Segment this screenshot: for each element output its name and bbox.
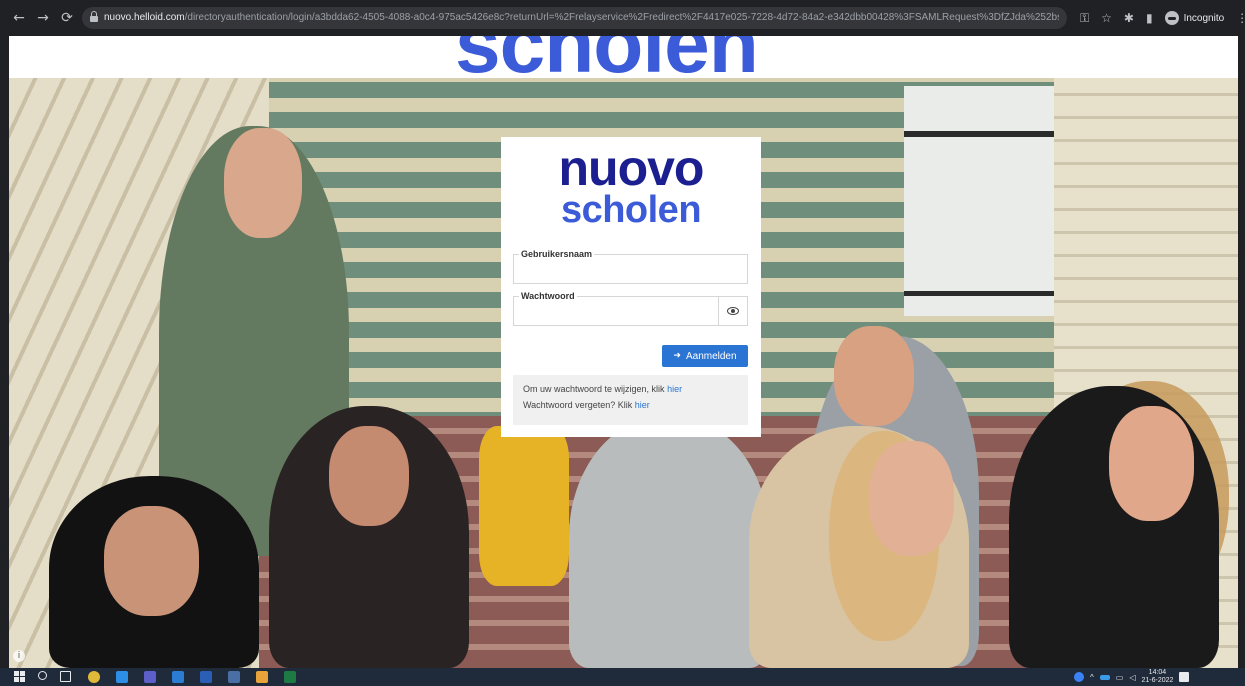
info-icon[interactable]: i [13,650,25,662]
background-person-head [834,326,914,426]
chevron-up-icon[interactable]: ^ [1090,673,1094,682]
clock-date: 21-6-2022 [1141,677,1174,684]
clock[interactable]: 14:04 21-6-2022 [1141,669,1173,685]
username-label: Gebruikersnaam [519,249,595,259]
change-password-row: Om uw wachtwoord te wijzigen, klik hier [523,381,738,397]
background-person-head [1109,406,1194,521]
network-icon[interactable]: ▭ [1116,673,1124,682]
app-taskbar-icon[interactable] [228,671,240,683]
outlook-taskbar-icon[interactable] [116,671,128,683]
menu-icon[interactable]: ⋮ [1236,11,1245,25]
banner-logo-text: scholen [455,36,759,78]
background-person-head [329,426,409,526]
header-banner: scholen [9,36,1238,78]
search-icon[interactable] [38,671,47,680]
word-taskbar-icon[interactable] [200,671,212,683]
reload-icon[interactable]: ⟳ [56,7,78,29]
extensions-icon[interactable]: ✱ [1124,11,1134,25]
background-person [569,416,769,668]
password-input[interactable] [514,297,719,325]
teams-taskbar-icon[interactable] [144,671,156,683]
username-input[interactable] [514,255,747,283]
profile-label: Incognito [1183,12,1225,24]
eye-icon [727,307,739,315]
password-label: Wachtwoord [519,291,577,301]
notifications-icon[interactable] [1179,672,1190,682]
windows-taskbar: ^ ▭ ◁ 14:04 21-6-2022 [0,668,1245,686]
forgot-password-text: Wachtwoord vergeten? Klik [523,400,635,410]
background-person [479,426,569,586]
volume-icon[interactable]: ◁ [1129,673,1135,682]
excel-taskbar-icon[interactable] [284,671,296,683]
incognito-icon [1164,11,1179,25]
url-text[interactable]: nuovo.helloid.com/directoryauthenticatio… [104,11,1059,25]
star-icon[interactable]: ☆ [1101,11,1112,25]
nuovo-scholen-logo: nuovo scholen [501,140,761,231]
background-person-head [104,506,199,616]
background-railing-lower [904,291,1054,296]
url-path: /directoryauthentication/login/a3bdda62-… [184,12,1059,23]
key-icon[interactable]: ⚿ [1080,11,1089,26]
url-host: nuovo.helloid.com [104,12,185,23]
system-tray: ^ ▭ ◁ 14:04 21-6-2022 [1074,669,1190,685]
login-button-label: Aanmelden [685,350,737,362]
show-password-button[interactable] [718,297,747,325]
forward-icon[interactable]: → [32,7,54,29]
toolbar-actions: ⚿ ☆ ✱ ▮ Incognito ⋮ [1080,7,1245,29]
incognito-profile-button[interactable]: Incognito [1164,11,1225,25]
lock-icon[interactable] [90,11,98,22]
task-view-icon[interactable] [60,671,71,682]
sign-in-icon: ➜ [673,351,681,361]
app-orange-taskbar-icon[interactable] [256,671,268,683]
back-icon[interactable]: ← [8,7,30,29]
login-card: nuovo scholen Gebruikersnaam Wachtwoord … [501,137,761,437]
change-password-link[interactable]: hier [667,384,682,394]
background-person-head [869,441,954,556]
browser-toolbar: ← → ⟳ nuovo.helloid.com/directoryauthent… [0,0,1245,36]
forgot-password-row: Wachtwoord vergeten? Klik hier [523,397,738,413]
change-password-text: Om uw wachtwoord te wijzigen, klik [523,384,668,394]
help-icon[interactable] [1074,672,1084,682]
background-window [904,86,1054,316]
login-button[interactable]: ➜ Aanmelden [662,345,748,367]
address-bar[interactable]: nuovo.helloid.com/directoryauthenticatio… [82,7,1067,29]
logo-line-2: scholen [560,189,702,231]
page-viewport: scholen i nuovo scholen Gebruikersnaam [9,36,1238,668]
onedrive-icon[interactable] [1099,674,1110,680]
help-panel: Om uw wachtwoord te wijzigen, klik hier … [513,375,748,425]
clock-time: 14:04 [1148,669,1167,676]
logo-line-1: nuovo [558,140,705,196]
background-railing [904,131,1054,137]
background-person-head [224,128,302,238]
forgot-password-link[interactable]: hier [635,400,650,410]
app-m-taskbar-icon[interactable] [172,671,184,683]
windows-start-icon[interactable] [14,671,26,683]
sidebar-icon[interactable]: ▮ [1146,11,1153,25]
chrome-taskbar-icon[interactable] [88,671,100,683]
